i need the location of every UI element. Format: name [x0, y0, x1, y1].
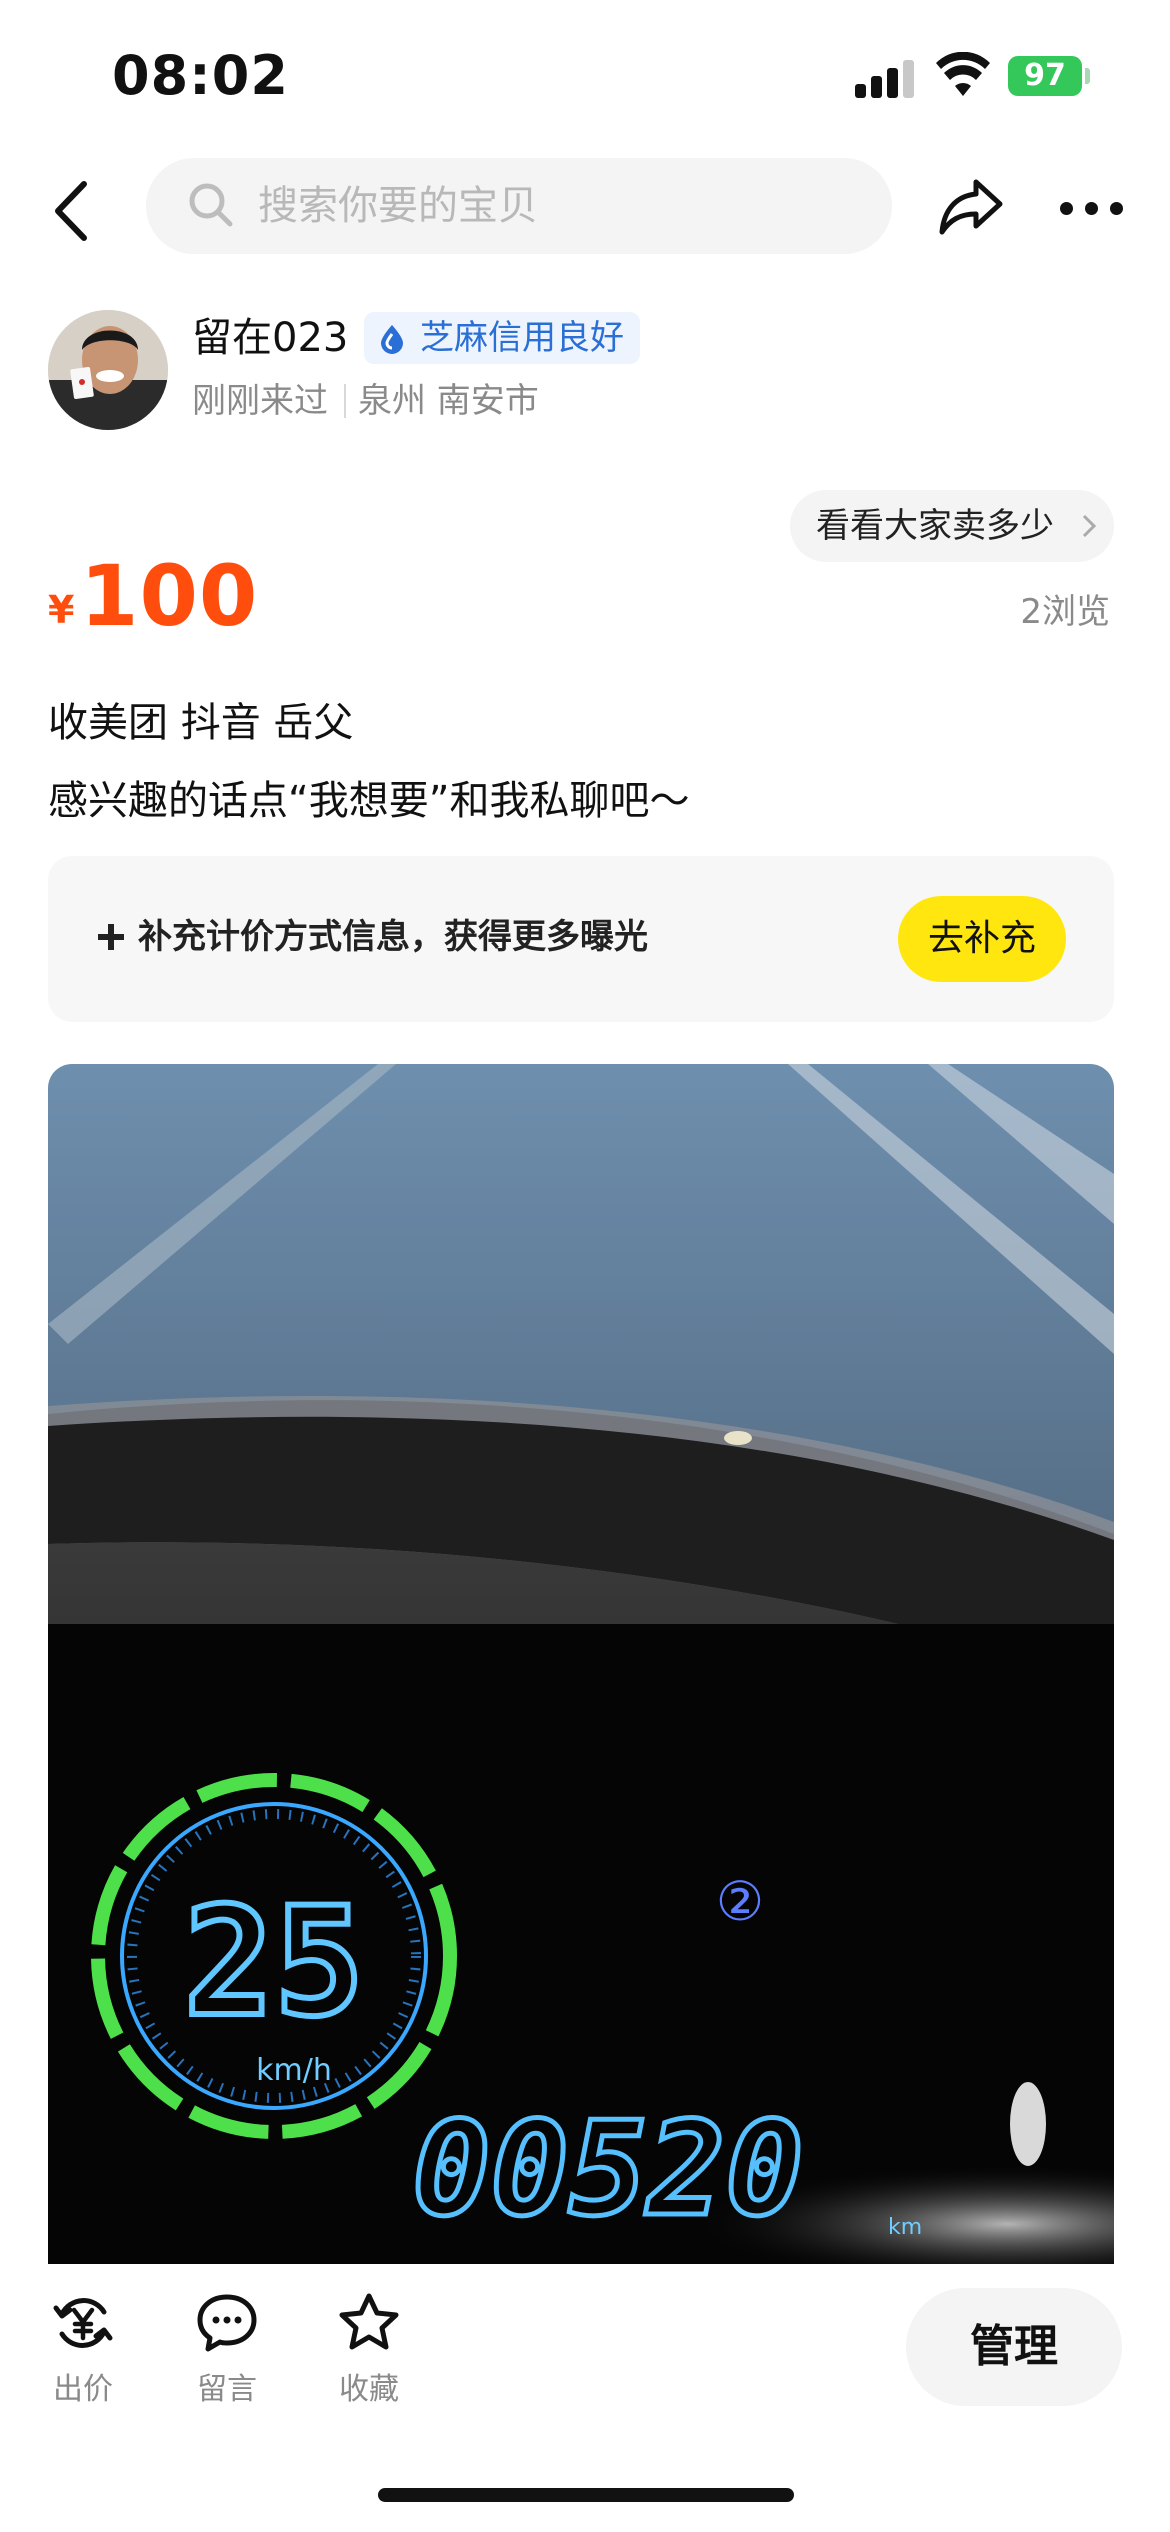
message-tab[interactable]: 留言: [172, 2292, 282, 2408]
battery-level: 97: [1008, 56, 1082, 96]
search-placeholder: 搜索你要的宝贝: [258, 183, 538, 229]
product-photo[interactable]: 25 km/h ② 00520 km: [48, 1064, 1114, 2264]
seller-avatar[interactable]: [48, 310, 168, 430]
credit-badge-label: 芝麻信用良好: [420, 318, 624, 358]
speed-unit: km/h: [256, 2053, 332, 2088]
favorite-label: 收藏: [339, 2372, 399, 2407]
status-time: 08:02: [112, 44, 289, 107]
supplement-pricing-card: 补充计价方式信息，获得更多曝光 去补充: [48, 856, 1114, 1022]
credit-drop-icon: [381, 325, 403, 354]
credit-badge[interactable]: 芝麻信用良好: [364, 312, 640, 364]
odometer-unit: km: [888, 2215, 922, 2240]
seller-location: 泉州 南安市: [358, 381, 539, 421]
compare-prices-label: 看看大家卖多少: [816, 506, 1054, 546]
star-icon: [339, 2293, 399, 2350]
yen-exchange-icon: [53, 2298, 113, 2348]
offer-label: 出价: [53, 2372, 113, 2407]
odometer-readout: 00520: [412, 2093, 803, 2245]
search-bar[interactable]: 搜索你要的宝贝: [146, 158, 892, 254]
description-line-1: 收美团 抖音 岳父: [48, 700, 354, 746]
chat-bubble-icon: [197, 2294, 257, 2352]
price-value: 100: [80, 547, 259, 645]
back-arrow-icon[interactable]: [48, 178, 98, 244]
battery-tip: [1085, 68, 1090, 84]
manage-button[interactable]: 管理: [906, 2288, 1122, 2406]
more-icon[interactable]: [1060, 202, 1124, 216]
last-seen-text: 刚刚来过: [192, 381, 328, 421]
chevron-right-icon: [1082, 514, 1096, 538]
divider: [344, 384, 346, 418]
favorite-tab[interactable]: 收藏: [314, 2292, 424, 2408]
item-detail-page: 08:02 97 搜索你要的宝贝 留在023 芝麻信用良好 刚刚来过 泉州 南安…: [0, 0, 1170, 2532]
gear-indicator: ②: [716, 1870, 764, 1933]
description-line-2: 感兴趣的话点“我想要”和我私聊吧～: [48, 778, 690, 824]
speed-readout: 25: [184, 1876, 365, 2050]
share-icon[interactable]: [938, 176, 1004, 236]
status-bar: 08:02 97: [0, 0, 1170, 150]
message-label: 留言: [197, 2372, 257, 2407]
cellular-signal-icon: [855, 58, 915, 98]
compare-prices-button[interactable]: 看看大家卖多少: [790, 490, 1114, 562]
currency-symbol: ¥: [48, 588, 75, 632]
seller-name[interactable]: 留在023: [192, 312, 348, 364]
view-count: 2浏览: [1020, 592, 1110, 632]
supplement-button[interactable]: 去补充: [898, 896, 1066, 982]
search-icon: [189, 183, 233, 227]
dashboard-photo-illustration: 25 km/h ② 00520 km: [48, 1064, 1114, 2264]
offer-tab[interactable]: 出价: [28, 2292, 138, 2408]
plus-icon: [98, 924, 124, 950]
supplement-text: 补充计价方式信息，获得更多曝光: [138, 917, 648, 957]
home-indicator[interactable]: [378, 2488, 794, 2502]
wifi-icon: [936, 52, 990, 96]
